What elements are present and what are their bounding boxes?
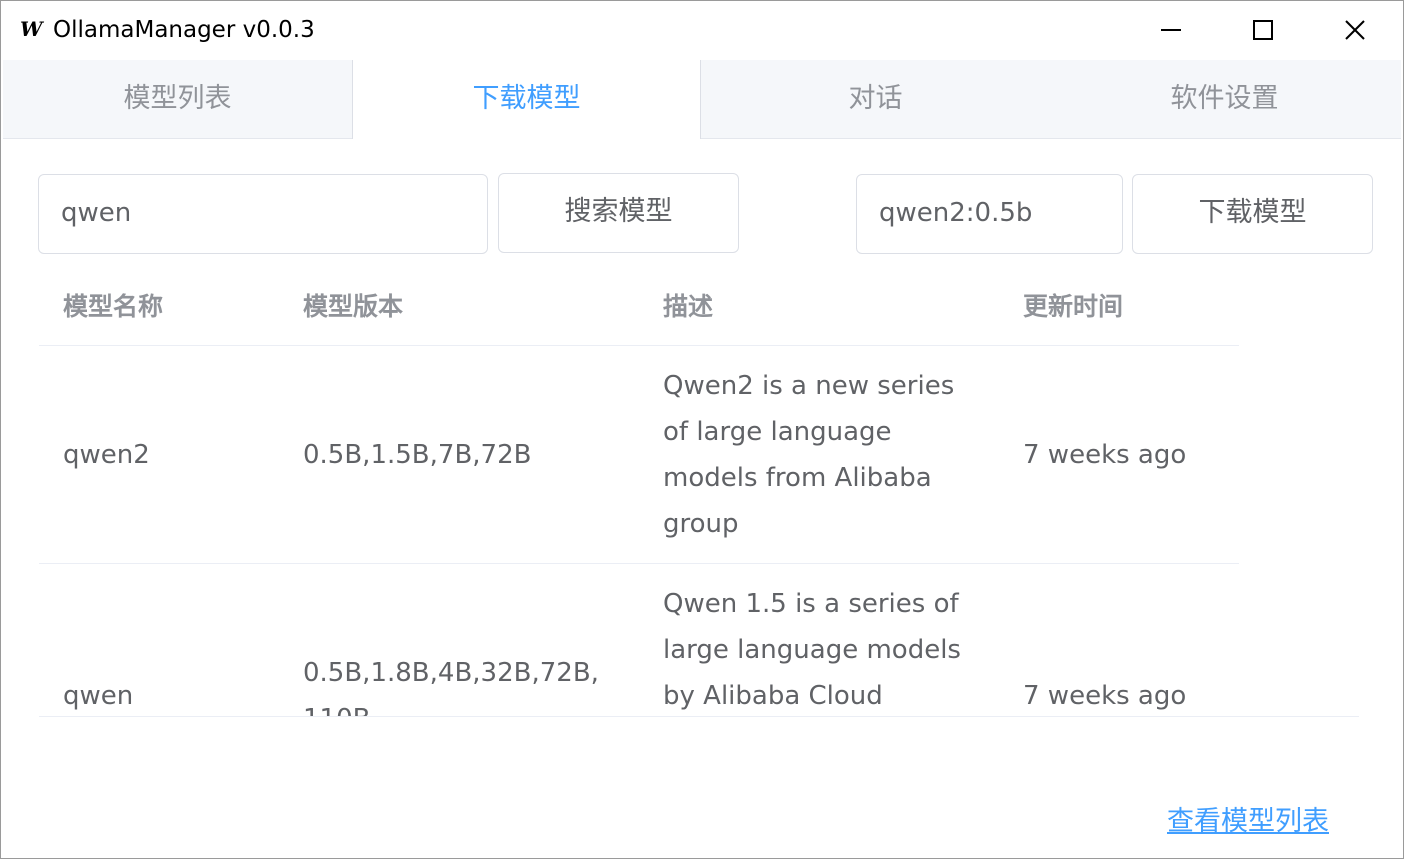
header-model-version: 模型版本: [303, 292, 404, 321]
header-updated-time: 更新时间: [1023, 292, 1124, 321]
tab-settings[interactable]: 软件设置: [1050, 60, 1399, 138]
table-header: 模型名称 模型版本 描述 更新时间: [39, 269, 1239, 346]
cell-model-name: qwen2: [63, 440, 150, 470]
cell-description: Qwen 1.5 is a series of large language m…: [663, 589, 961, 711]
minimize-button[interactable]: [1125, 1, 1217, 59]
maximize-button[interactable]: [1217, 1, 1309, 59]
app-logo-icon: W: [20, 17, 43, 41]
minimize-icon: [1161, 29, 1181, 31]
title-bar[interactable]: W OllamaManager v0.0.3: [1, 1, 1403, 59]
search-model-button[interactable]: 搜索模型: [498, 173, 739, 253]
model-search-table: 模型名称 模型版本 描述 更新时间 qwen2 0.5B,1.5B,7B,72B…: [39, 269, 1359, 717]
app-window: W OllamaManager v0.0.3 模型列表 下载模型 对话 软件设置…: [0, 0, 1404, 859]
maximize-icon: [1253, 20, 1273, 40]
view-model-list-link[interactable]: 查看模型列表: [1167, 804, 1329, 840]
cell-model-name: qwen: [63, 681, 134, 711]
close-icon: [1345, 20, 1365, 40]
table-row[interactable]: qwen 0.5B,1.8B,4B,32B,72B,110B Qwen 1.5 …: [39, 564, 1239, 717]
close-button[interactable]: [1309, 1, 1401, 59]
header-model-name: 模型名称: [63, 292, 164, 321]
tab-model-list[interactable]: 模型列表: [3, 60, 352, 138]
tab-download-model[interactable]: 下载模型: [352, 60, 701, 139]
cell-model-version: 0.5B,1.5B,7B,72B: [303, 440, 532, 470]
tab-bar: 模型列表 下载模型 对话 软件设置: [3, 60, 1401, 139]
download-model-button[interactable]: 下载模型: [1132, 174, 1373, 254]
cell-updated-time: 7 weeks ago: [1023, 440, 1187, 470]
cell-description: Qwen2 is a new series of large language …: [663, 371, 955, 539]
window-title: OllamaManager v0.0.3: [53, 17, 315, 43]
download-model-input[interactable]: qwen2:0.5b: [856, 174, 1123, 254]
cell-model-version: 0.5B,1.8B,4B,32B,72B,110B: [303, 658, 599, 717]
table-row[interactable]: qwen2 0.5B,1.5B,7B,72B Qwen2 is a new se…: [39, 346, 1239, 564]
cell-updated-time: 7 weeks ago: [1023, 681, 1187, 711]
search-input[interactable]: qwen: [38, 174, 488, 254]
table-bottom-border: [39, 716, 1359, 717]
header-description: 描述: [663, 292, 714, 321]
tab-chat[interactable]: 对话: [701, 60, 1050, 138]
